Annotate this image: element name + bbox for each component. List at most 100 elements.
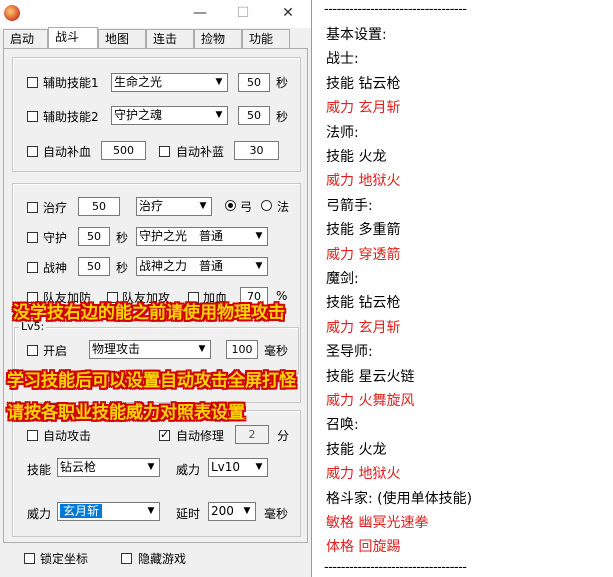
heal-checkbox[interactable] bbox=[27, 202, 38, 213]
chevron-down-icon: ▼ bbox=[255, 261, 263, 271]
wargod-checkbox[interactable] bbox=[27, 262, 38, 273]
power-level-select[interactable]: Lv10 ▼ bbox=[208, 458, 268, 477]
delay-select[interactable]: 200 ▼ bbox=[208, 502, 256, 521]
tab-combo[interactable]: 连击 bbox=[146, 29, 194, 48]
assist2-checkbox[interactable] bbox=[27, 111, 38, 122]
guide-line: 圣导师: bbox=[326, 344, 373, 361]
lv5-enable-checkbox[interactable] bbox=[27, 345, 38, 356]
tab-start[interactable]: 启动 bbox=[3, 29, 48, 48]
wargod-unit: 秒 bbox=[116, 261, 129, 275]
chevron-down-icon: ▼ bbox=[147, 462, 155, 472]
guide-line: 技能 火龙 bbox=[326, 441, 387, 458]
guide-line: 威力 地狱火 bbox=[326, 173, 401, 190]
tab-combat[interactable]: 战斗 bbox=[48, 27, 98, 49]
guide-line: 基本设置: bbox=[326, 27, 387, 43]
app-icon bbox=[4, 5, 20, 21]
skill-label: 技能 bbox=[27, 463, 52, 477]
guide-line: 战士: bbox=[326, 51, 359, 68]
guard-input[interactable]: 50 bbox=[78, 227, 110, 246]
assist2-select[interactable]: 守护之魂 ▼ bbox=[111, 106, 228, 125]
auto-mp-input[interactable]: 30 bbox=[234, 141, 279, 160]
chevron-down-icon: ▼ bbox=[255, 462, 263, 472]
bow-radio-label: 弓 bbox=[240, 200, 253, 214]
guide-line: 法师: bbox=[326, 124, 359, 141]
chevron-down-icon: ▼ bbox=[215, 110, 223, 120]
guard-label: 守护 bbox=[43, 231, 68, 245]
chevron-down-icon: ▼ bbox=[243, 506, 251, 516]
lv5-attack-select[interactable]: 物理攻击 ▼ bbox=[89, 340, 211, 359]
auto-attack-checkbox[interactable] bbox=[27, 430, 38, 441]
guide-line: 敏格 幽冥光速拳 bbox=[326, 515, 429, 531]
guide-line: 技能 多重箭 bbox=[326, 222, 401, 239]
heal-select[interactable]: 治疗 ▼ bbox=[136, 197, 212, 216]
chevron-down-icon: ▼ bbox=[147, 506, 155, 516]
assist1-checkbox[interactable] bbox=[27, 77, 38, 88]
auto-hp-label: 自动补血 bbox=[43, 145, 92, 159]
minimize-button[interactable]: — bbox=[178, 0, 222, 28]
chevron-down-icon: ▼ bbox=[255, 231, 263, 241]
guide-line: 魔剑: bbox=[326, 271, 359, 287]
wargod-label: 战神 bbox=[43, 261, 68, 275]
tab-functions[interactable]: 功能 bbox=[242, 29, 290, 48]
guide-line: 体格 回旋踢 bbox=[326, 539, 401, 556]
guard-unit: 秒 bbox=[116, 231, 129, 245]
wargod-input[interactable]: 50 bbox=[78, 257, 110, 276]
lock-coords-label: 锁定坐标 bbox=[40, 552, 89, 566]
assist1-select[interactable]: 生命之光 ▼ bbox=[111, 73, 228, 92]
guide-line: 威力 地狱火 bbox=[326, 466, 401, 483]
guide-line: 技能 星云火链 bbox=[326, 368, 415, 385]
power-label: 威力 bbox=[176, 463, 201, 477]
guide-line: 技能 钻云枪 bbox=[326, 295, 401, 312]
guide-line: 格斗家: (使用单体技能) bbox=[326, 490, 473, 507]
guide-line: 技能 火龙 bbox=[326, 149, 387, 165]
tab-map[interactable]: 地图 bbox=[98, 29, 146, 48]
assist1-unit: 秒 bbox=[276, 76, 289, 90]
lock-coords-checkbox[interactable] bbox=[24, 553, 35, 564]
guide-line: 技能 钻云枪 bbox=[326, 75, 401, 92]
auto-repair-label: 自动修理 bbox=[176, 429, 225, 443]
power2-label: 威力 bbox=[27, 507, 52, 521]
guide-line: 弓箭手: bbox=[326, 197, 373, 214]
wargod-select[interactable]: 战神之力 普通 ▼ bbox=[136, 257, 268, 276]
guard-select[interactable]: 守护之光 普通 ▼ bbox=[136, 227, 268, 246]
hide-game-checkbox[interactable] bbox=[121, 553, 132, 564]
heal-input[interactable]: 50 bbox=[78, 197, 120, 216]
auto-hp-input[interactable]: 500 bbox=[101, 141, 146, 160]
assist1-interval[interactable]: 50 bbox=[238, 73, 270, 92]
lv5-enable-label: 开启 bbox=[43, 344, 68, 358]
tab-pickup[interactable]: 捡物 bbox=[194, 29, 242, 48]
guide-line: 召唤: bbox=[326, 417, 359, 434]
assist2-label: 辅助技能2 bbox=[43, 110, 99, 124]
auto-hp-checkbox[interactable] bbox=[27, 146, 38, 157]
chevron-down-icon: ▼ bbox=[215, 77, 223, 87]
mage-radio-label: 法 bbox=[277, 200, 290, 214]
delay-unit: 毫秒 bbox=[264, 507, 289, 521]
lv5-delay-unit: 毫秒 bbox=[264, 344, 289, 358]
skill-select[interactable]: 钻云枪 ▼ bbox=[57, 458, 160, 477]
delay-label: 延时 bbox=[176, 507, 201, 521]
auto-repair-input[interactable]: 2 bbox=[235, 425, 269, 444]
maximize-button[interactable]: ☐ bbox=[221, 0, 265, 28]
overlay-note-3: 请按各职业技能威力对照表设置 bbox=[7, 403, 245, 423]
app-window: — ☐ ✕ 启动 战斗 地图 连击 捡物 功能 辅助技能1 生命之光 ▼ 50 秒… bbox=[0, 0, 312, 577]
lv5-delay-input[interactable]: 100 bbox=[226, 340, 258, 359]
auto-mp-label: 自动补蓝 bbox=[176, 145, 225, 159]
guard-checkbox[interactable] bbox=[27, 232, 38, 243]
guide-line: 威力 火舞旋风 bbox=[326, 393, 415, 409]
guide-line: 威力 穿透箭 bbox=[326, 246, 401, 263]
guide-divider-bottom: ---------------------------------- bbox=[324, 560, 467, 575]
close-button[interactable]: ✕ bbox=[266, 0, 310, 28]
guide-divider-top: ---------------------------------- bbox=[324, 2, 467, 17]
chevron-down-icon: ▼ bbox=[199, 201, 207, 211]
heal-label: 治疗 bbox=[43, 201, 68, 215]
mage-radio[interactable] bbox=[261, 200, 272, 211]
auto-mp-checkbox[interactable] bbox=[159, 146, 170, 157]
auto-repair-checkbox[interactable] bbox=[159, 428, 170, 441]
power-skill-select[interactable]: 玄月斩 ▼ bbox=[57, 502, 160, 521]
bow-radio[interactable] bbox=[225, 200, 236, 211]
overlay-note-1: 没学技右边的能之前请使用物理攻击 bbox=[13, 303, 285, 323]
hide-game-label: 隐藏游戏 bbox=[138, 552, 187, 566]
assist2-unit: 秒 bbox=[276, 110, 289, 124]
guide-line: 威力 玄月斩 bbox=[326, 319, 401, 336]
assist2-interval[interactable]: 50 bbox=[238, 106, 270, 125]
